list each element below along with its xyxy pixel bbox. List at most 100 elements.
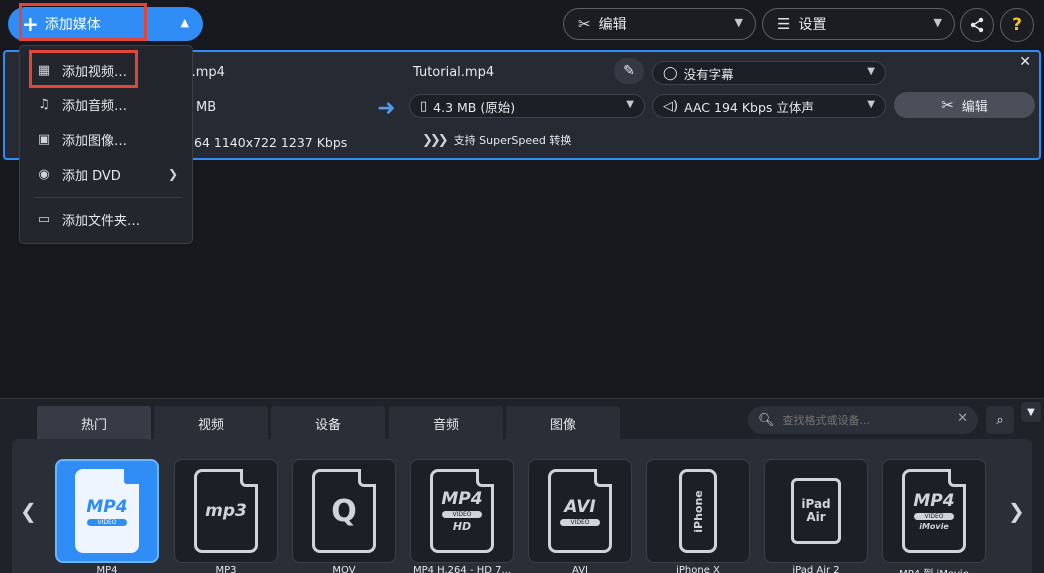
rename-button[interactable]: ✎	[614, 58, 644, 84]
mp3-icon: mp3	[194, 469, 258, 553]
format-tile-ipad-air-2[interactable]: iPad Air	[764, 459, 868, 563]
image-icon: ▣	[37, 131, 51, 147]
subtitle-value: 没有字幕	[683, 66, 734, 82]
format-panel: 热门 视频 设备 音频 图像 🔍︎ ✕ ⌕ ▼ ❮ ❯ MP4 VIDEO MP…	[0, 398, 1044, 573]
tools-icon: ✂	[578, 15, 591, 33]
subtitle-select[interactable]: ◯ 没有字幕 ▼	[652, 61, 886, 85]
chevron-down-icon: ▼	[867, 99, 875, 110]
audio-track-select[interactable]: ◁) AAC 194 Kbps 立体声 ▼	[652, 94, 886, 118]
plus-icon: +	[22, 12, 39, 36]
format-label: iPhone X	[676, 565, 720, 573]
add-media-dropdown: ▦ 添加视频… ♫ 添加音频… ▣ 添加图像… ◉ 添加 DVD ❯ ▭ 添加文…	[19, 45, 193, 244]
tab-images[interactable]: 图像	[506, 406, 620, 440]
chevron-down-icon: ▼	[626, 99, 634, 110]
icon-extra: HD	[452, 520, 472, 533]
top-toolbar: + 添加媒体 ▲ ✂ 编辑 ▼ ☰ 设置 ▼ ?	[0, 0, 1044, 48]
menu-item-label: 添加音频…	[62, 98, 128, 114]
help-icon: ?	[1012, 15, 1022, 35]
output-size-value: 4.3 MB (原始)	[433, 99, 516, 115]
menu-item-add-video[interactable]: ▦ 添加视频…	[20, 55, 192, 85]
tab-label: 设备	[314, 417, 341, 433]
menu-divider	[34, 197, 182, 198]
icon-band: VIDEO	[914, 513, 954, 520]
icon-text: MP4	[86, 496, 128, 517]
source-file-size: MB	[196, 100, 217, 115]
tab-label: 图像	[549, 417, 576, 433]
menu-item-label: 添加图像…	[62, 133, 128, 149]
tab-label: 音频	[432, 417, 459, 433]
format-tray: ❮ ❯ MP4 VIDEO MP4 mp3 MP3 Q MOV MP4 VIDE…	[12, 439, 1032, 573]
speed-chevrons-icon: ❯❯❯	[422, 132, 449, 148]
icon-band: VIDEO	[442, 511, 482, 518]
icon-text: mp3	[205, 501, 247, 521]
superspeed-note: ❯❯❯ 支持 SuperSpeed 转换	[422, 132, 571, 148]
tab-audio[interactable]: 音频	[389, 406, 503, 440]
format-label: iPad Air 2	[792, 565, 840, 573]
clear-icon[interactable]: ✕	[957, 411, 968, 426]
search-icon: 🔍︎	[758, 412, 775, 428]
source-file-name: l.mp4	[188, 65, 225, 80]
scroll-right-icon[interactable]: ❯	[1008, 499, 1025, 523]
ipad-icon: iPad Air	[791, 478, 841, 544]
source-video-info: 64 1140x722 1237 Kbps	[194, 135, 348, 150]
menu-item-add-image[interactable]: ▣ 添加图像…	[20, 124, 192, 154]
menu-item-add-dvd[interactable]: ◉ 添加 DVD ❯	[20, 159, 192, 189]
audio-track-value: AAC 194 Kbps 立体声	[684, 99, 814, 115]
chevron-down-icon: ▼	[1027, 406, 1035, 418]
edit-label: 编辑	[598, 17, 627, 33]
tab-video[interactable]: 视频	[154, 406, 268, 440]
share-button[interactable]	[960, 8, 994, 42]
icon-text: MP4	[913, 491, 955, 511]
settings-dropdown-button[interactable]: ☰ 设置 ▼	[762, 8, 955, 40]
format-search-box: 🔍︎ ✕	[748, 406, 978, 434]
sliders-icon: ☰	[777, 15, 791, 33]
folder-icon: ▭	[37, 211, 51, 227]
format-label: MP4 H.264 - HD 7...	[412, 565, 512, 573]
tab-devices[interactable]: 设备	[271, 406, 385, 440]
format-label: MP4 到 iMovie	[882, 565, 986, 573]
icon-text: AVI	[564, 496, 596, 517]
file-icon: ▯	[420, 98, 428, 114]
find-device-button[interactable]: ⌕	[986, 406, 1014, 434]
add-media-button[interactable]: + 添加媒体 ▲	[8, 7, 203, 41]
icon-band: VIDEO	[87, 518, 127, 526]
icon-text: iPad Air	[801, 496, 831, 524]
help-button[interactable]: ?	[1000, 8, 1034, 42]
add-media-label: 添加媒体	[44, 17, 101, 33]
menu-item-label: 添加文件夹…	[62, 213, 141, 229]
scroll-left-icon[interactable]: ❮	[20, 499, 37, 523]
menu-item-add-audio[interactable]: ♫ 添加音频…	[20, 89, 192, 119]
edit-file-button[interactable]: ✂ 编辑	[894, 92, 1035, 118]
convert-arrow-icon: ➜	[377, 96, 396, 121]
music-note-icon: ♫	[38, 96, 50, 112]
chevron-right-icon: ❯	[167, 167, 178, 181]
format-tile-mp4-hd[interactable]: MP4 VIDEO HD	[410, 459, 514, 563]
icon-band: VIDEO	[560, 518, 600, 526]
format-search-input[interactable]	[782, 413, 943, 427]
superspeed-label: 支持 SuperSpeed 转换	[453, 134, 572, 147]
format-tile-iphone-x[interactable]: iPhone	[646, 459, 750, 563]
collapse-panel-button[interactable]: ▼	[1021, 402, 1041, 422]
format-tile-mp3[interactable]: mp3	[174, 459, 278, 563]
format-tile-avi[interactable]: AVI VIDEO	[528, 459, 632, 563]
chevron-up-icon: ▲	[180, 16, 189, 29]
format-tile-mov[interactable]: Q	[292, 459, 396, 563]
icon-extra: iMovie	[919, 522, 949, 531]
close-icon[interactable]: ✕	[1019, 54, 1031, 70]
format-label: MP3	[215, 565, 237, 573]
speech-bubble-icon: ◯	[663, 65, 678, 81]
mp4-imovie-icon: MP4 VIDEO iMovie	[902, 469, 966, 553]
tab-popular[interactable]: 热门	[37, 406, 151, 440]
chevron-down-icon: ▼	[933, 16, 942, 29]
icon-text: iPhone	[691, 489, 705, 533]
edit-dropdown-button[interactable]: ✂ 编辑 ▼	[563, 8, 756, 40]
detect-device-icon: ⌕	[996, 412, 1004, 428]
menu-item-add-folder[interactable]: ▭ 添加文件夹…	[20, 204, 192, 234]
output-size-select[interactable]: ▯ 4.3 MB (原始) ▼	[409, 94, 645, 118]
settings-label: 设置	[798, 17, 827, 33]
format-label: MP4	[96, 565, 118, 573]
mp4-hd-icon: MP4 VIDEO HD	[430, 469, 494, 553]
format-tile-mp4-imovie[interactable]: MP4 VIDEO iMovie	[882, 459, 986, 563]
format-tile-mp4[interactable]: MP4 VIDEO	[55, 459, 159, 563]
menu-item-label: 添加视频…	[62, 64, 128, 80]
